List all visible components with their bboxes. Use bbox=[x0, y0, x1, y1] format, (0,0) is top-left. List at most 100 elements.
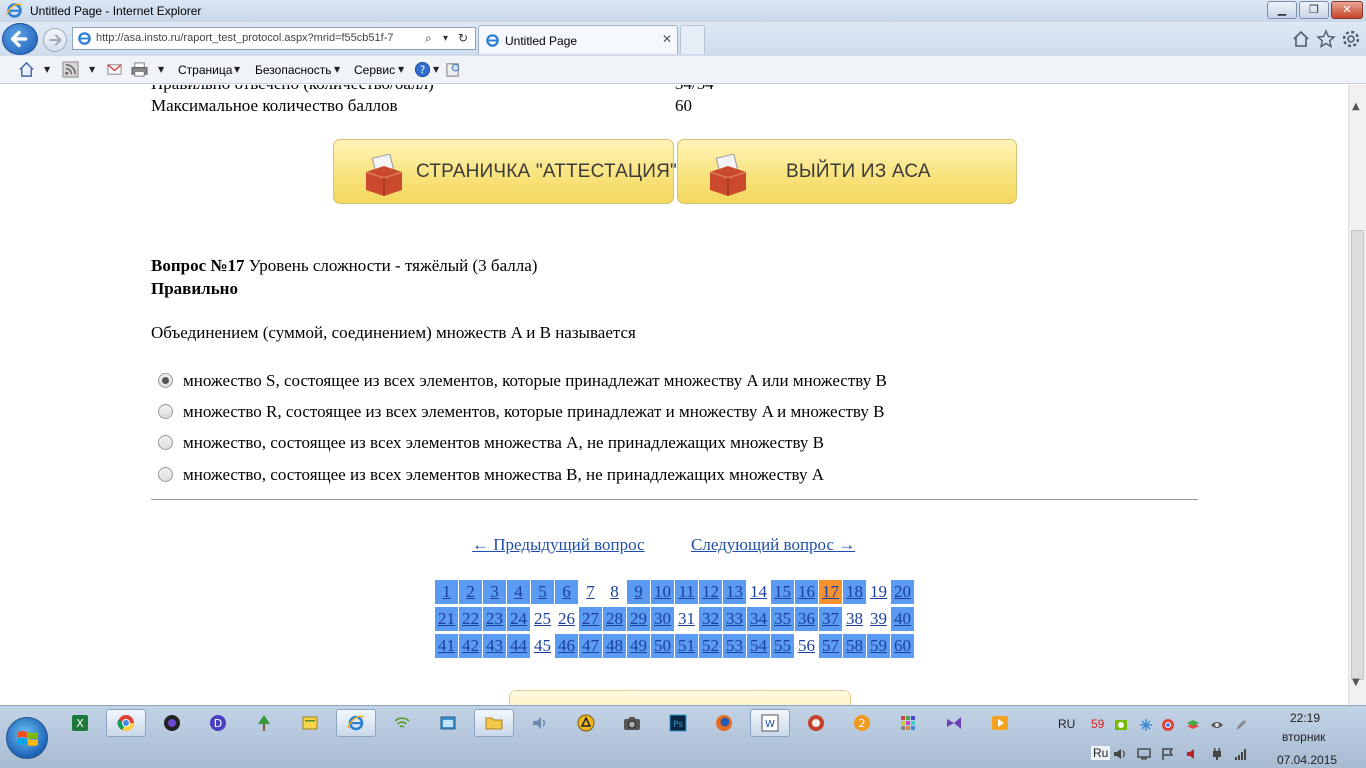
pager-question-57[interactable]: 57 bbox=[819, 634, 842, 658]
volume-tray-icon[interactable] bbox=[1113, 747, 1127, 761]
pager-question-18[interactable]: 18 bbox=[843, 580, 866, 604]
flag-icon[interactable] bbox=[1161, 747, 1175, 761]
print-dropdown-icon[interactable]: ▼ bbox=[158, 65, 164, 74]
pager-question-58[interactable]: 58 bbox=[843, 634, 866, 658]
pager-question-47[interactable]: 47 bbox=[579, 634, 602, 658]
chrome-tray-icon[interactable] bbox=[1161, 718, 1175, 732]
back-button[interactable] bbox=[2, 23, 38, 55]
next-question-link[interactable]: Следующий вопрос → bbox=[691, 535, 855, 555]
menu-tools-dropdown-icon[interactable]: ▼ bbox=[398, 65, 404, 74]
answer-option[interactable]: множество, состоящее из всех элементов м… bbox=[158, 465, 824, 485]
menu-page-dropdown-icon[interactable]: ▼ bbox=[234, 65, 240, 74]
answer-option[interactable]: множество S, состоящее из всех элементов… bbox=[158, 371, 887, 391]
mail-icon[interactable] bbox=[106, 61, 123, 78]
tab-close-icon[interactable]: ✕ bbox=[662, 32, 672, 46]
answer-option[interactable]: множество, состоящее из всех элементов м… bbox=[158, 433, 824, 453]
pager-question-56[interactable]: 56 bbox=[795, 634, 818, 658]
url-text[interactable]: http://asa.insto.ru/raport_test_protocol… bbox=[96, 32, 426, 44]
pager-question-34[interactable]: 34 bbox=[747, 607, 770, 631]
pager-question-28[interactable]: 28 bbox=[603, 607, 626, 631]
pager-question-17[interactable]: 17 bbox=[819, 580, 842, 604]
chrome-taskbar-item[interactable] bbox=[106, 709, 146, 737]
minimize-button[interactable]: ▁ bbox=[1267, 1, 1297, 19]
radio-button[interactable] bbox=[158, 467, 173, 482]
language-indicator[interactable]: RU bbox=[1058, 717, 1075, 731]
pager-question-16[interactable]: 16 bbox=[795, 580, 818, 604]
pager-question-30[interactable]: 30 bbox=[651, 607, 674, 631]
pager-question-55[interactable]: 55 bbox=[771, 634, 794, 658]
bottom-button[interactable] bbox=[509, 690, 851, 705]
tray-badge[interactable]: 59 bbox=[1091, 717, 1104, 731]
pager-question-7[interactable]: 7 bbox=[579, 580, 602, 604]
nvidia-icon[interactable] bbox=[1114, 718, 1128, 732]
pager-question-19[interactable]: 19 bbox=[867, 580, 890, 604]
favorites-star-icon[interactable] bbox=[1316, 29, 1336, 49]
pager-question-44[interactable]: 44 bbox=[507, 634, 530, 658]
pager-question-21[interactable]: 21 bbox=[435, 607, 458, 631]
menu-security-dropdown-icon[interactable]: ▼ bbox=[334, 65, 340, 74]
exit-asa-button[interactable]: ВЫЙТИ ИЗ АСА bbox=[677, 139, 1017, 204]
menu-tools[interactable]: Сервис bbox=[354, 63, 395, 77]
player-taskbar-item[interactable] bbox=[980, 709, 1020, 737]
address-bar[interactable]: http://asa.insto.ru/raport_test_protocol… bbox=[72, 27, 476, 50]
pager-question-31[interactable]: 31 bbox=[675, 607, 698, 631]
help-dropdown-icon[interactable]: ▼ bbox=[433, 65, 439, 74]
pager-question-20[interactable]: 20 bbox=[891, 580, 914, 604]
notes-taskbar-item[interactable] bbox=[290, 709, 330, 737]
help-icon[interactable]: ? bbox=[414, 61, 431, 78]
app-taskbar-item[interactable] bbox=[796, 709, 836, 737]
pager-question-25[interactable]: 25 bbox=[531, 607, 554, 631]
archive-taskbar-item[interactable] bbox=[566, 709, 606, 737]
pager-question-37[interactable]: 37 bbox=[819, 607, 842, 631]
visual-studio-taskbar-item[interactable] bbox=[934, 709, 974, 737]
pager-question-1[interactable]: 1 bbox=[435, 580, 458, 604]
pager-question-46[interactable]: 46 bbox=[555, 634, 578, 658]
grid-app-taskbar-item[interactable] bbox=[888, 709, 928, 737]
maximize-button[interactable]: ❐ bbox=[1299, 1, 1329, 19]
home-dropdown-icon[interactable]: ▼ bbox=[44, 65, 50, 74]
pager-question-9[interactable]: 9 bbox=[627, 580, 650, 604]
pager-question-53[interactable]: 53 bbox=[723, 634, 746, 658]
start-button[interactable] bbox=[6, 717, 48, 759]
pager-question-36[interactable]: 36 bbox=[795, 607, 818, 631]
previous-question-link[interactable]: ← Предыдущий вопрос bbox=[472, 535, 645, 555]
menu-security[interactable]: Безопасность bbox=[255, 63, 332, 77]
pager-question-52[interactable]: 52 bbox=[699, 634, 722, 658]
media-taskbar-item[interactable] bbox=[152, 709, 192, 737]
window-app-taskbar-item[interactable] bbox=[428, 709, 468, 737]
pager-question-11[interactable]: 11 bbox=[675, 580, 698, 604]
pager-question-4[interactable]: 4 bbox=[507, 580, 530, 604]
pager-question-3[interactable]: 3 bbox=[483, 580, 506, 604]
address-dropdown-icon[interactable]: ▾ bbox=[443, 33, 448, 44]
power-plug-icon[interactable] bbox=[1210, 747, 1224, 761]
pager-question-45[interactable]: 45 bbox=[531, 634, 554, 658]
pager-question-59[interactable]: 59 bbox=[867, 634, 890, 658]
clock-date[interactable]: 07.04.2015 bbox=[1277, 753, 1337, 767]
search-icon[interactable]: ⌕ bbox=[425, 31, 432, 46]
layers-icon[interactable] bbox=[1186, 718, 1200, 732]
wifi-app-taskbar-item[interactable] bbox=[382, 709, 422, 737]
radio-button[interactable] bbox=[158, 404, 173, 419]
pager-question-41[interactable]: 41 bbox=[435, 634, 458, 658]
settings-gear-icon[interactable] bbox=[1341, 29, 1361, 49]
scroll-up-icon[interactable]: ▲ bbox=[1352, 101, 1360, 112]
snowflake-icon[interactable] bbox=[1139, 718, 1153, 732]
clock-day[interactable]: вторник bbox=[1282, 730, 1325, 744]
pager-question-24[interactable]: 24 bbox=[507, 607, 530, 631]
pager-question-54[interactable]: 54 bbox=[747, 634, 770, 658]
forward-button[interactable] bbox=[43, 28, 67, 52]
print-icon[interactable] bbox=[131, 61, 148, 78]
pager-question-60[interactable]: 60 bbox=[891, 634, 914, 658]
pager-question-40[interactable]: 40 bbox=[891, 607, 914, 631]
pager-question-39[interactable]: 39 bbox=[867, 607, 890, 631]
app-taskbar-item[interactable] bbox=[244, 709, 284, 737]
pager-question-5[interactable]: 5 bbox=[531, 580, 554, 604]
network-signal-icon[interactable] bbox=[1234, 747, 1248, 761]
firefox-taskbar-item[interactable] bbox=[704, 709, 744, 737]
menu-page[interactable]: Страница bbox=[178, 63, 232, 77]
new-tab-button[interactable] bbox=[680, 25, 705, 54]
pager-question-13[interactable]: 13 bbox=[723, 580, 746, 604]
pager-question-22[interactable]: 22 bbox=[459, 607, 482, 631]
clock-time[interactable]: 22:19 bbox=[1290, 711, 1320, 725]
pager-question-29[interactable]: 29 bbox=[627, 607, 650, 631]
